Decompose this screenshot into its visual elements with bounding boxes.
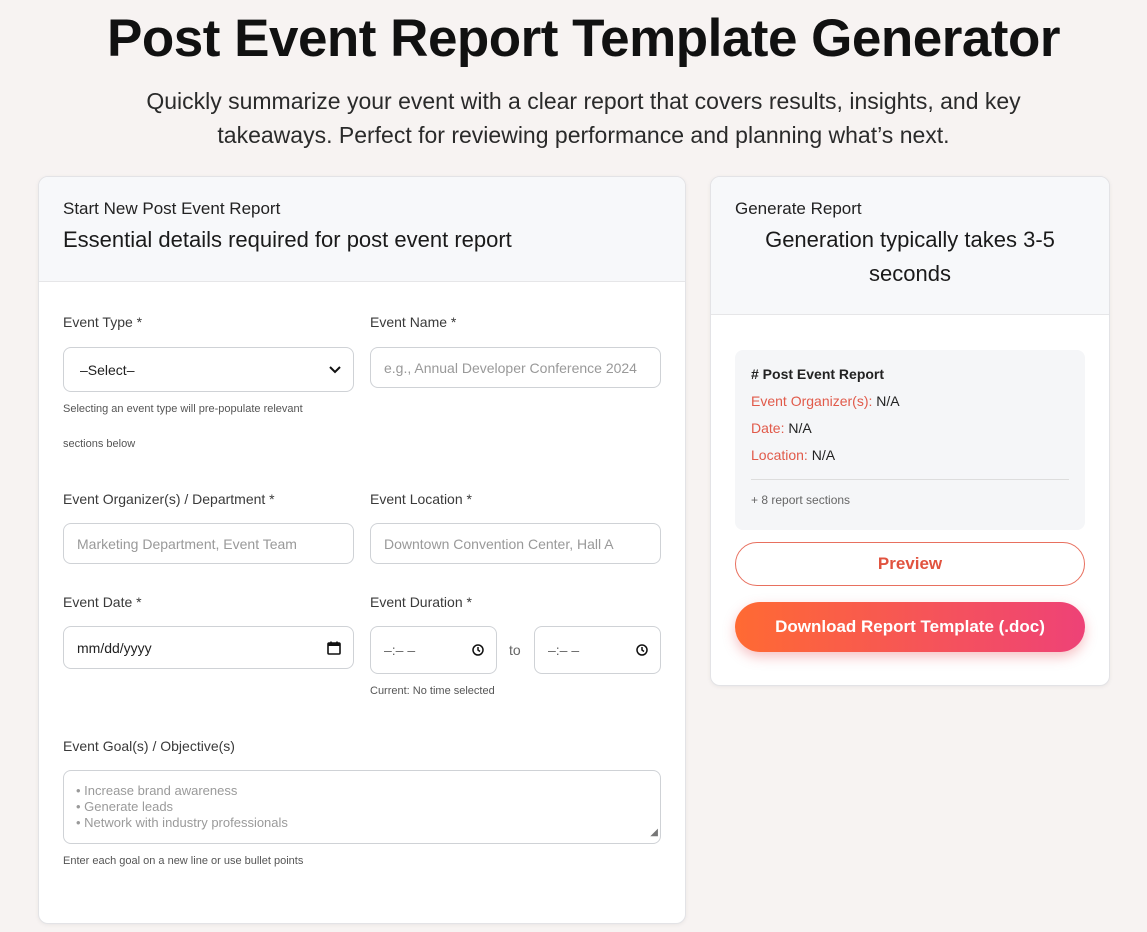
event-date-input[interactable]: mm/dd/yyyy xyxy=(63,626,354,669)
generate-card-title: Generation typically takes 3-5 seconds xyxy=(735,223,1085,291)
event-type-hint-1: Selecting an event type will pre-populat… xyxy=(63,403,303,415)
resize-handle-icon[interactable]: ◢ xyxy=(650,825,658,841)
end-time-input[interactable]: –:– – xyxy=(534,626,661,674)
duration-current: Current: No time selected xyxy=(370,685,495,697)
organizer-placeholder: Marketing Department, Event Team xyxy=(77,535,297,552)
form-card-small-title: Start New Post Event Report xyxy=(63,199,281,218)
preview-organizer-row: Event Organizer(s): N/A xyxy=(751,393,1069,409)
goals-placeholder-2: • Generate leads xyxy=(76,799,174,814)
event-name-input[interactable]: e.g., Annual Developer Conference 2024 xyxy=(370,347,661,388)
form-card-title: Essential details required for post even… xyxy=(63,227,512,252)
preview-date-value: N/A xyxy=(788,420,812,436)
date-value: mm/dd/yyyy xyxy=(77,639,152,656)
event-type-value: –Select– xyxy=(80,361,135,378)
preview-button[interactable]: Preview xyxy=(735,542,1085,586)
form-card-header: Start New Post Event Report Essential de… xyxy=(39,177,685,282)
calendar-icon[interactable] xyxy=(327,641,341,655)
organizer-input[interactable]: Marketing Department, Event Team xyxy=(63,523,354,564)
page-title: Post Event Report Template Generator xyxy=(107,9,1060,68)
page-subtitle: Quickly summarize your event with a clea… xyxy=(146,88,1021,148)
report-form-card: Start New Post Event Report Essential de… xyxy=(38,176,686,924)
preview-title: # Post Event Report xyxy=(751,366,885,382)
preview-organizer-key: Event Organizer(s): xyxy=(751,393,873,409)
preview-location-value: N/A xyxy=(811,447,836,463)
goals-textarea[interactable]: • Increase brand awareness • Generate le… xyxy=(63,770,661,844)
generate-card-small-title: Generate Report xyxy=(735,199,862,218)
location-label: Event Location * xyxy=(370,491,472,507)
clock-icon[interactable] xyxy=(472,644,484,656)
duration-label: Event Duration * xyxy=(370,594,472,610)
organizer-label: Event Organizer(s) / Department * xyxy=(63,491,275,507)
goals-label: Event Goal(s) / Objective(s) xyxy=(63,738,235,754)
location-input[interactable]: Downtown Convention Center, Hall A xyxy=(370,523,661,564)
event-type-label: Event Type * xyxy=(63,314,143,330)
preview-sections-count: + 8 report sections xyxy=(751,479,1069,507)
start-time-input[interactable]: –:– – xyxy=(370,626,497,674)
goals-placeholder-3: • Network with industry professionals xyxy=(76,815,288,830)
start-time-value: –:– – xyxy=(384,642,416,658)
event-type-select[interactable]: –Select– xyxy=(63,347,354,392)
preview-location-row: Location: N/A xyxy=(751,447,1069,463)
date-label: Event Date * xyxy=(63,594,142,610)
report-preview-box: # Post Event Report Event Organizer(s): … xyxy=(735,350,1085,530)
preview-date-row: Date: N/A xyxy=(751,420,1069,436)
download-report-button[interactable]: Download Report Template (.doc) xyxy=(735,602,1085,652)
end-time-value: –:– – xyxy=(548,642,580,658)
goals-hint: Enter each goal on a new line or use bul… xyxy=(63,855,304,867)
preview-date-key: Date: xyxy=(751,420,785,436)
goals-placeholder-1: • Increase brand awareness xyxy=(76,783,238,798)
location-placeholder: Downtown Convention Center, Hall A xyxy=(384,535,614,552)
generate-card-title-line1: Generation typically takes 3-5 xyxy=(765,227,1055,252)
duration-to-label: to xyxy=(509,642,521,658)
event-name-placeholder: e.g., Annual Developer Conference 2024 xyxy=(384,359,637,376)
generate-report-card: Generate Report Generation typically tak… xyxy=(710,176,1110,686)
generate-card-header: Generate Report Generation typically tak… xyxy=(711,177,1109,315)
preview-location-key: Location: xyxy=(751,447,808,463)
chevron-down-icon xyxy=(329,365,341,374)
generate-card-title-line2: seconds xyxy=(869,261,951,286)
event-type-hint-2: sections below xyxy=(63,438,136,450)
event-name-label: Event Name * xyxy=(370,314,457,330)
preview-organizer-value: N/A xyxy=(876,393,900,409)
clock-icon[interactable] xyxy=(636,644,648,656)
